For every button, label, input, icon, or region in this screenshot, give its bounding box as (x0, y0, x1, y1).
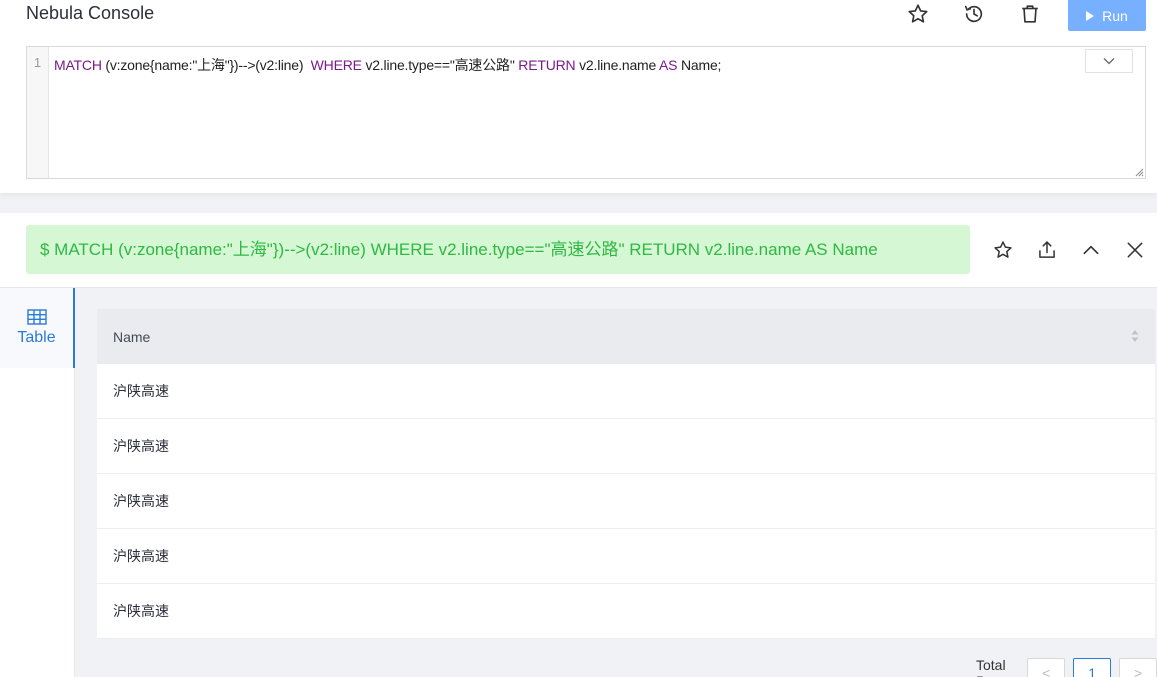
tab-table[interactable]: Table (0, 288, 75, 368)
run-button-label: Run (1102, 7, 1128, 24)
query-keyword: MATCH (54, 57, 102, 73)
result-table: Name 沪陕高速 沪陕高速 沪陕高速 沪陕高速 沪陕高速 (97, 309, 1155, 639)
chevron-down-icon (1103, 58, 1115, 65)
page-title: Nebula Console (26, 3, 155, 23)
query-keyword: RETURN (518, 57, 576, 73)
result-view-rail: Table (0, 288, 75, 677)
column-header-name: Name (113, 328, 151, 345)
prev-page-button[interactable]: < (1027, 658, 1066, 677)
table-icon (26, 309, 47, 325)
executed-query: $ MATCH (v:zone{name:"上海"})-->(v2:line) … (26, 225, 970, 274)
table-cell: 沪陕高速 (113, 383, 169, 399)
table-cell: 沪陕高速 (113, 438, 169, 454)
chevron-up-icon[interactable] (1080, 239, 1102, 261)
query-editor[interactable]: 1 MATCH (v:zone{name:"上海"})-->(v2:line) … (26, 46, 1146, 179)
sort-icon[interactable] (1131, 329, 1139, 343)
tab-table-label: Table (17, 329, 56, 346)
table-cell: 沪陕高速 (113, 493, 169, 509)
line-number-gutter: 1 (27, 47, 49, 178)
query-text: Name; (677, 57, 722, 73)
table-row: 沪陕高速 (97, 529, 1155, 584)
star-icon[interactable] (992, 239, 1014, 261)
page-number-button[interactable]: 1 (1073, 658, 1112, 677)
table-row: 沪陕高速 (97, 419, 1155, 474)
star-icon[interactable] (906, 2, 930, 26)
query-text: v2.line.name (575, 57, 660, 73)
table-cell: 沪陕高速 (113, 603, 169, 619)
query-keyword: WHERE (310, 57, 362, 73)
export-icon[interactable] (1036, 239, 1058, 261)
query-text: v2.line.type=="高速公路" (361, 57, 519, 73)
history-clock-icon[interactable] (962, 2, 986, 26)
table-row: 沪陕高速 (97, 584, 1155, 639)
result-header: $ MATCH (v:zone{name:"上海"})-->(v2:line) … (0, 213, 1157, 288)
table-row: 沪陕高速 (97, 474, 1155, 529)
console-panel: Nebula Console Run 1 MATCH (v:zone{name:… (0, 0, 1157, 193)
resize-handle-icon[interactable] (1134, 167, 1144, 177)
run-button[interactable]: Run (1068, 0, 1146, 31)
table-row: 沪陕高速 (97, 364, 1155, 419)
table-header[interactable]: Name (97, 309, 1155, 364)
editor-dropdown-toggle[interactable] (1085, 49, 1133, 73)
play-icon (1086, 10, 1095, 21)
total-count: Total 5 (976, 657, 1006, 677)
table-cell: 沪陕高速 (113, 548, 169, 564)
close-icon[interactable] (1124, 239, 1146, 261)
trash-icon[interactable] (1018, 2, 1042, 26)
query-text: (v:zone{name:"上海"})-->(v2:line) (101, 57, 311, 73)
query-code-line[interactable]: MATCH (v:zone{name:"上海"})-->(v2:line) WH… (54, 55, 721, 75)
pagination: Total 5 < 1 > (976, 657, 1157, 677)
next-page-button[interactable]: > (1119, 658, 1157, 677)
query-keyword: AS (659, 57, 678, 73)
